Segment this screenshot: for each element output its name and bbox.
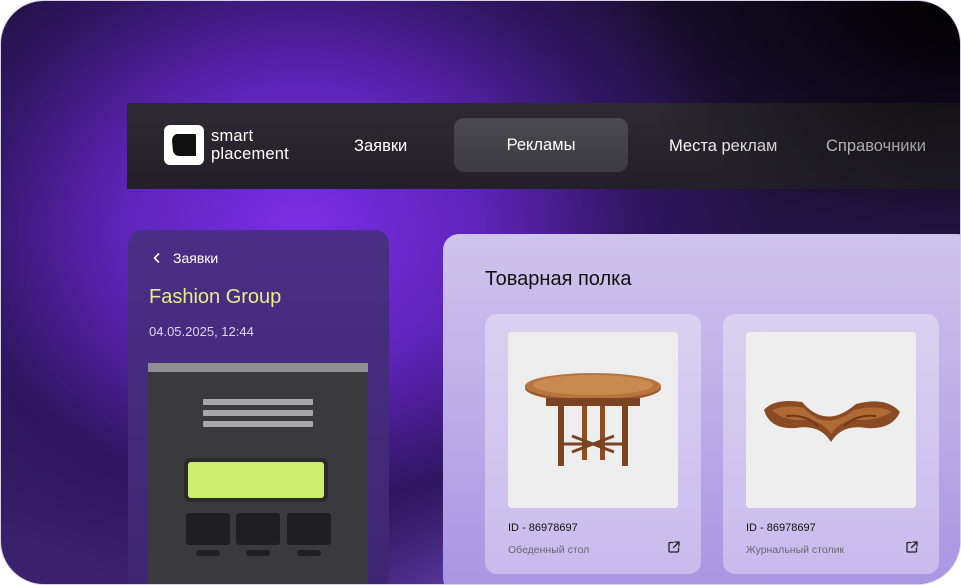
- nav-item-ads-active[interactable]: Рекламы: [454, 118, 628, 172]
- brand-logo[interactable]: smart placement: [164, 125, 289, 165]
- external-link-icon[interactable]: [905, 540, 919, 554]
- top-navbar: smart placement Заявки Рекламы Места рек…: [127, 103, 960, 189]
- product-shelf-panel: Товарная полка ID - 86978697 Обеденный с: [443, 234, 960, 584]
- back-to-requests-link[interactable]: Заявки: [150, 250, 218, 266]
- device-slot: [196, 550, 220, 556]
- back-link-label: Заявки: [173, 250, 219, 266]
- product-card[interactable]: ID - 86978697 Журнальный столик: [723, 314, 939, 574]
- device-key: [287, 513, 331, 545]
- app-frame: smart placement Заявки Рекламы Места рек…: [0, 0, 961, 585]
- device-text-line: [203, 399, 313, 405]
- product-name: Обеденный стол: [508, 544, 590, 556]
- nav-item-requests[interactable]: Заявки: [354, 103, 407, 189]
- chevron-left-icon: [153, 253, 160, 263]
- device-text-line: [203, 410, 313, 416]
- request-details-panel: Заявки Fashion Group 04.05.2025, 12:44: [128, 230, 389, 584]
- product-image-dining-table: [508, 332, 678, 508]
- external-link-icon[interactable]: [667, 540, 681, 554]
- brand-name: smart placement: [211, 127, 289, 163]
- product-name: Журнальный столик: [746, 544, 845, 556]
- ad-display-device-illustration: [148, 363, 368, 584]
- nav-item-directories[interactable]: Справочники: [826, 103, 926, 189]
- smart-placement-logo-icon: [164, 125, 204, 165]
- device-slot: [246, 550, 270, 556]
- device-key: [186, 513, 230, 545]
- device-slot: [297, 550, 321, 556]
- brand-line-1: smart: [211, 127, 254, 145]
- request-datetime: 04.05.2025, 12:44: [149, 324, 254, 339]
- brand-line-2: placement: [211, 145, 289, 163]
- product-card[interactable]: ID - 86978697 Обеденный стол: [485, 314, 701, 574]
- product-id: ID - 86978697: [746, 522, 816, 534]
- device-key: [236, 513, 280, 545]
- product-image-coffee-table: [746, 332, 916, 508]
- company-name: Fashion Group: [149, 286, 282, 308]
- product-id: ID - 86978697: [508, 522, 578, 534]
- shelf-title: Товарная полка: [485, 268, 632, 290]
- device-screen: [188, 462, 324, 498]
- device-text-line: [203, 421, 313, 427]
- nav-item-ad-places[interactable]: Места реклам: [669, 103, 777, 189]
